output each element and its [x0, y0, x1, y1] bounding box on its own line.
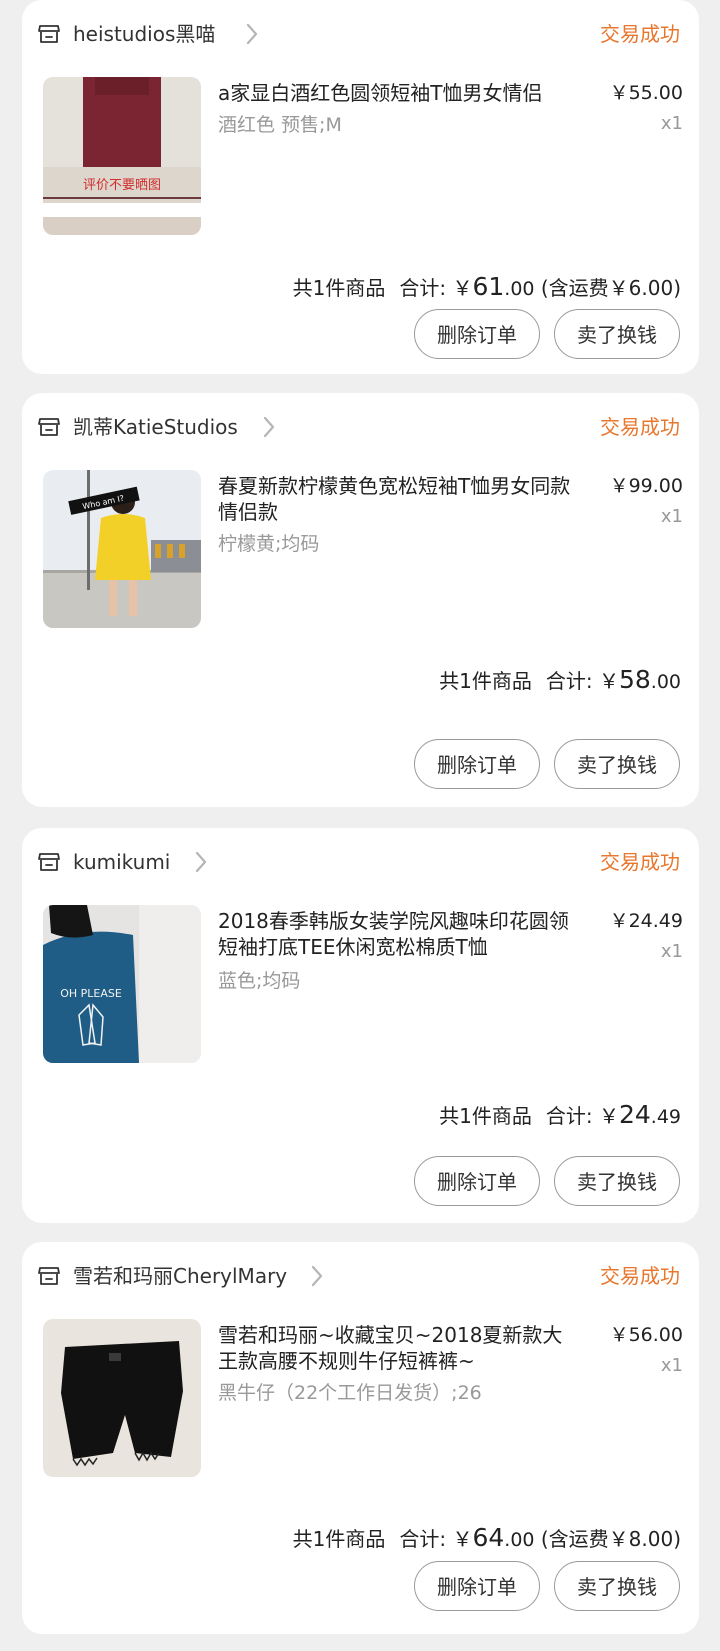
item-count: 共1件商品	[439, 1104, 532, 1128]
product-price: ￥55.00	[609, 82, 683, 104]
item-count: 共1件商品	[439, 669, 532, 693]
order-summary: 共1件商品 合计: ￥24.49	[439, 1098, 681, 1134]
product-quantity: x1	[660, 1355, 683, 1376]
store-icon	[38, 853, 60, 871]
store-name[interactable]: 雪若和玛丽CherylMary	[73, 1261, 287, 1291]
product-thumbnail[interactable]: 评价不要晒图	[43, 77, 201, 235]
product-thumbnail[interactable]: Who am I?	[43, 470, 201, 628]
product-quantity: x1	[660, 506, 683, 527]
sell-for-cash-button[interactable]: 卖了换钱	[554, 1561, 680, 1611]
currency-symbol: ￥	[598, 669, 619, 693]
sell-for-cash-button[interactable]: 卖了换钱	[554, 309, 680, 359]
total-decimal: .00	[504, 1529, 535, 1551]
total-integer: 61	[472, 272, 505, 301]
product-price: ￥99.00	[609, 475, 683, 497]
thumbnail-caption: OH PLEASE	[60, 987, 122, 1000]
order-card[interactable]: 凯蒂KatieStudios 交易成功 Who am I? 春夏新款柠檬黄色宽松…	[22, 393, 699, 807]
shipping-note: (含运费￥8.00)	[540, 1527, 681, 1551]
store-header[interactable]: 雪若和玛丽CherylMary 交易成功	[22, 1242, 699, 1312]
shipping-note: (含运费￥6.00)	[540, 276, 681, 300]
currency-symbol: ￥	[598, 1104, 619, 1128]
product-thumbnail[interactable]: OH PLEASE	[43, 905, 201, 1063]
product-image: Who am I?	[43, 470, 201, 628]
store-header[interactable]: 凯蒂KatieStudios 交易成功	[22, 393, 699, 463]
total-label: 合计:	[399, 276, 447, 300]
product-title[interactable]: 雪若和玛丽~收藏宝贝~2018夏新款大王款高腰不规则牛仔短裤裤~	[218, 1322, 580, 1374]
total-decimal: .00	[650, 671, 681, 693]
product-thumbnail[interactable]	[43, 1319, 201, 1477]
store-name[interactable]: heistudios黑喵	[73, 19, 215, 49]
order-status: 交易成功	[600, 415, 680, 439]
currency-symbol: ￥	[452, 1527, 473, 1551]
total-decimal: .49	[650, 1106, 681, 1128]
order-summary: 共1件商品 合计: ￥64.00 (含运费￥8.00)	[293, 1521, 681, 1557]
order-status: 交易成功	[600, 850, 680, 874]
order-list: heistudios黑喵 交易成功 评价不要晒图 a家显白酒红色圆领短袖T恤男女…	[0, 0, 720, 1651]
product-image: 评价不要晒图	[43, 77, 201, 235]
product-title[interactable]: 春夏新款柠檬黄色宽松短袖T恤男女同款情侣款	[218, 473, 580, 525]
order-status: 交易成功	[600, 22, 680, 46]
product-image	[43, 1319, 201, 1477]
product-spec: 蓝色;均码	[218, 970, 301, 992]
product-spec: 柠檬黄;均码	[218, 533, 320, 555]
total-label: 合计:	[399, 1527, 447, 1551]
product-spec: 黑牛仔（22个工作日发货）;26	[218, 1382, 482, 1404]
total-label: 合计:	[545, 1104, 593, 1128]
delete-order-button[interactable]: 删除订单	[414, 309, 540, 359]
product-spec: 酒红色 预售;M	[218, 114, 342, 136]
product-price: ￥56.00	[609, 1324, 683, 1346]
sell-for-cash-button[interactable]: 卖了换钱	[554, 739, 680, 789]
delete-order-button[interactable]: 删除订单	[414, 1156, 540, 1206]
total-integer: 58	[618, 665, 651, 694]
order-card[interactable]: 雪若和玛丽CherylMary 交易成功 雪若和玛丽~收藏宝贝~2018夏新款大…	[22, 1242, 699, 1634]
store-icon	[38, 418, 60, 436]
item-count: 共1件商品	[292, 1527, 386, 1551]
product-price: ￥24.49	[609, 910, 683, 932]
product-title[interactable]: a家显白酒红色圆领短袖T恤男女情侣	[218, 80, 580, 106]
chevron-right-icon[interactable]	[310, 1264, 324, 1288]
order-summary: 共1件商品 合计: ￥61.00 (含运费￥6.00)	[293, 270, 681, 306]
chevron-right-icon[interactable]	[194, 850, 208, 874]
product-quantity: x1	[660, 113, 683, 134]
total-decimal: .00	[504, 278, 535, 300]
currency-symbol: ￥	[452, 276, 473, 300]
delete-order-button[interactable]: 删除订单	[414, 1561, 540, 1611]
total-label: 合计:	[545, 669, 593, 693]
order-summary: 共1件商品 合计: ￥58.00	[439, 663, 681, 699]
store-icon	[38, 1267, 60, 1285]
sell-for-cash-button[interactable]: 卖了换钱	[554, 1156, 680, 1206]
product-title[interactable]: 2018春季韩版女装学院风趣味印花圆领短袖打底TEE休闲宽松棉质T恤	[218, 908, 580, 960]
store-name[interactable]: 凯蒂KatieStudios	[73, 412, 238, 442]
chevron-right-icon[interactable]	[262, 415, 276, 439]
item-count: 共1件商品	[292, 276, 386, 300]
total-integer: 24	[618, 1100, 651, 1129]
delete-order-button[interactable]: 删除订单	[414, 739, 540, 789]
store-header[interactable]: heistudios黑喵 交易成功	[22, 0, 699, 70]
store-icon	[38, 25, 60, 43]
order-card[interactable]: kumikumi 交易成功 OH PLEASE 2018春季韩版女装学院风趣味印…	[22, 828, 699, 1223]
order-card[interactable]: heistudios黑喵 交易成功 评价不要晒图 a家显白酒红色圆领短袖T恤男女…	[22, 0, 699, 374]
store-header[interactable]: kumikumi 交易成功	[22, 828, 699, 898]
product-quantity: x1	[660, 941, 683, 962]
thumbnail-caption: 评价不要晒图	[83, 178, 161, 193]
total-integer: 64	[472, 1523, 505, 1552]
order-status: 交易成功	[600, 1264, 680, 1288]
store-name[interactable]: kumikumi	[73, 847, 170, 877]
product-image: OH PLEASE	[43, 905, 201, 1063]
chevron-right-icon[interactable]	[245, 22, 259, 46]
